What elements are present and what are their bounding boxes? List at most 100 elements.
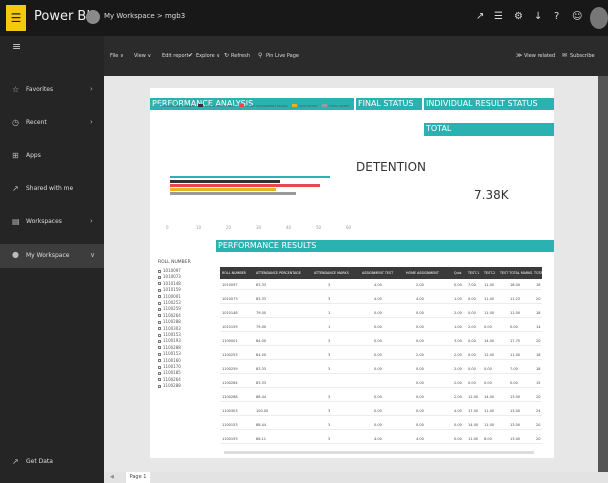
- chart-bar[interactable]: [170, 180, 280, 183]
- checkbox[interactable]: [158, 314, 161, 318]
- app-launcher-icon[interactable]: ☰: [6, 5, 26, 31]
- page-tab[interactable]: Page 1: [126, 472, 150, 483]
- checkbox[interactable]: [158, 365, 161, 369]
- pin-live-page-button[interactable]: Pin Live Page: [266, 53, 299, 59]
- nav-item-shared[interactable]: ↗ Shared with me: [0, 179, 104, 199]
- notifications-icon[interactable]: ☰: [494, 11, 503, 22]
- checkbox[interactable]: [158, 327, 161, 331]
- column-header[interactable]: TEST TOTAL MARKS: [500, 271, 532, 275]
- checkbox[interactable]: [158, 346, 161, 350]
- slicer-item[interactable]: 1100288: [158, 345, 181, 350]
- slicer-item[interactable]: 1100264: [158, 377, 181, 382]
- column-header[interactable]: HOME ASSIGNMENT: [406, 271, 439, 275]
- chart-bar[interactable]: [170, 188, 276, 191]
- slicer-item[interactable]: 1010073: [158, 274, 181, 279]
- prev-page-icon[interactable]: ◀: [110, 474, 114, 480]
- slicer-item[interactable]: 1010148: [158, 281, 181, 286]
- table-row[interactable]: 1010097 83.33 3 4.00 2.00 0.00 7.00 11.00 18.00 1…: [220, 280, 542, 290]
- checkbox[interactable]: [158, 295, 161, 299]
- subscribe-button[interactable]: Subscribe: [570, 53, 595, 59]
- table-row[interactable]: 1100193 86.11 3 4.00 4.00 0.00 11.00 6.00 13.00 2…: [220, 434, 542, 444]
- table-row[interactable]: 1100259 83.33 3 0.00 0.00 2.00 0.00 0.00 7.00 18: [220, 364, 542, 374]
- column-header[interactable]: ATTENDANCE MARKS: [314, 271, 349, 275]
- total-header: TOTAL: [424, 123, 554, 136]
- nav-item-apps[interactable]: ⊞ Apps: [0, 146, 104, 166]
- checkbox[interactable]: [158, 288, 161, 292]
- chart-bar[interactable]: [170, 184, 320, 187]
- table-row[interactable]: 1010073 83.33 3 4.00 4.00 1.00 0.00 11.00 11.23 2…: [220, 294, 542, 304]
- chart-bar[interactable]: [170, 192, 296, 195]
- slicer-item[interactable]: 1010159: [158, 287, 181, 292]
- app-name[interactable]: Power BI: [34, 9, 90, 24]
- checkbox[interactable]: [158, 275, 161, 279]
- slicer-item[interactable]: 1100253: [158, 300, 181, 305]
- slicer-item[interactable]: 1100001: [158, 294, 181, 299]
- table-row[interactable]: 1100303 100.00 3 0.00 0.00 4.00 17.00 11.00 13.0…: [220, 406, 542, 416]
- nav-item-favorites[interactable]: ☆ Favorites ›: [0, 80, 104, 100]
- table-row[interactable]: 1100153 88.44 3 0.00 0.00 0.00 14.00 11.00 13.00…: [220, 420, 542, 430]
- slicer-item[interactable]: 1100160: [158, 358, 181, 363]
- column-header[interactable]: TOTAL: [534, 271, 544, 275]
- table-cell: 11.00: [484, 311, 495, 315]
- column-header[interactable]: TEST-1: [468, 271, 479, 275]
- view-related-button[interactable]: View related: [524, 53, 555, 59]
- checkbox[interactable]: [158, 384, 161, 388]
- vertical-scrollbar[interactable]: [598, 76, 608, 472]
- checkbox[interactable]: [158, 352, 161, 356]
- view-menu[interactable]: View ∨: [134, 53, 151, 59]
- slicer-item[interactable]: 1100259: [158, 306, 181, 311]
- nav-item-get-data[interactable]: ↗ Get Data: [0, 452, 104, 472]
- table-row[interactable]: 1010159 79.00 1 0.00 0.00 1.00 2.00 0.00 0.00 14: [220, 322, 542, 332]
- breadcrumb[interactable]: My Workspace > mgb3: [104, 12, 185, 20]
- checkbox[interactable]: [158, 307, 161, 311]
- checkbox[interactable]: [158, 378, 161, 382]
- slicer-item[interactable]: 1100303: [158, 326, 181, 331]
- explore-menu[interactable]: Explore ∨: [196, 53, 220, 59]
- legend-swatch: [239, 104, 245, 107]
- checkbox[interactable]: [158, 301, 161, 305]
- column-header[interactable]: TEST-2: [484, 271, 495, 275]
- slicer-item[interactable]: 1100264: [158, 313, 181, 318]
- table-cell: 13.00: [510, 423, 521, 427]
- horizontal-scrollbar[interactable]: [224, 451, 534, 454]
- table-row[interactable]: 1100288 88.44 3 0.00 0.00 2.00 12.00 14.00 13.00…: [220, 392, 542, 402]
- slicer-item[interactable]: 1100193: [158, 338, 181, 343]
- checkbox[interactable]: [158, 333, 161, 337]
- slicer-item[interactable]: 1100153: [158, 332, 181, 337]
- nav-label: Apps: [26, 152, 41, 159]
- help-icon[interactable]: ?: [554, 11, 559, 22]
- hamburger-icon[interactable]: ≡: [12, 40, 21, 53]
- user-avatar[interactable]: [590, 7, 608, 29]
- nav-item-workspaces[interactable]: ▤ Workspaces ›: [0, 212, 104, 232]
- refresh-button[interactable]: Refresh: [231, 53, 250, 59]
- checkbox[interactable]: [158, 339, 161, 343]
- column-header[interactable]: Quiz: [454, 271, 461, 275]
- feedback-icon[interactable]: ☺: [572, 11, 582, 22]
- nav-item-recent[interactable]: ◷ Recent ›: [0, 113, 104, 133]
- slicer-item[interactable]: 1100288: [158, 383, 181, 388]
- file-menu[interactable]: File ∨: [110, 53, 124, 59]
- slicer-item[interactable]: 1100153: [158, 351, 181, 356]
- column-header[interactable]: ASSIGNMENT TEST: [362, 271, 393, 275]
- checkbox[interactable]: [158, 359, 161, 363]
- table-row[interactable]: 1100264 83.33 0.00 2.00 0.00 0.00 0.00 15: [220, 378, 542, 388]
- checkbox[interactable]: [158, 282, 161, 286]
- nav-item-my-workspace[interactable]: ● My Workspace ∨: [0, 244, 104, 268]
- edit-report-button[interactable]: Edit report: [162, 53, 189, 59]
- slicer-item[interactable]: 1100185: [158, 370, 181, 375]
- chart-bar[interactable]: [170, 176, 330, 178]
- expand-icon[interactable]: ↗: [476, 11, 484, 22]
- column-header[interactable]: ATTENDANCE PERCENTAGE: [256, 271, 301, 275]
- table-row[interactable]: 1100253 84.00 3 0.00 2.00 2.00 0.00 12.00 11.00 1…: [220, 350, 542, 360]
- table-row[interactable]: 1100001 84.00 3 0.00 0.00 3.00 0.00 14.00 17.75 2…: [220, 336, 542, 346]
- table-row[interactable]: 1010148 79.00 1 0.00 0.00 2.00 0.00 11.00 11.00 1…: [220, 308, 542, 318]
- slicer-item[interactable]: 1100288: [158, 319, 181, 324]
- column-header[interactable]: ROLL NUMBER: [222, 271, 246, 275]
- checkbox[interactable]: [158, 269, 161, 273]
- checkbox[interactable]: [158, 371, 161, 375]
- slicer-item[interactable]: 1010097: [158, 268, 181, 273]
- checkbox[interactable]: [158, 320, 161, 324]
- download-icon[interactable]: ↓: [534, 11, 542, 22]
- slicer-item[interactable]: 1100170: [158, 364, 181, 369]
- settings-icon[interactable]: ⚙: [514, 11, 523, 22]
